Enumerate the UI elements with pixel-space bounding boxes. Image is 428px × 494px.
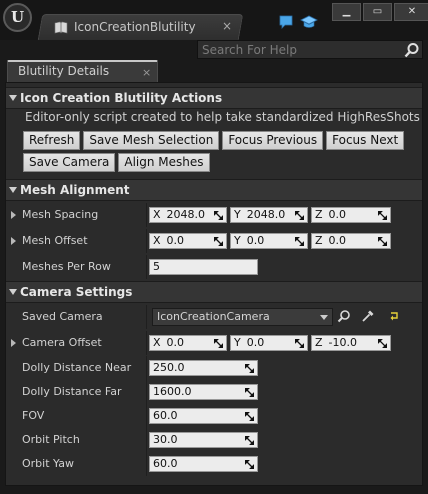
- property-label: Dolly Distance Near: [22, 361, 132, 374]
- property-label: Dolly Distance Far: [22, 385, 122, 398]
- maximize-button[interactable]: ▭: [363, 3, 392, 21]
- panel-tab-label: Blutility Details: [18, 64, 110, 78]
- graduation-cap-icon[interactable]: [300, 14, 318, 30]
- drag-handle-icon: [214, 211, 223, 220]
- minimize-button[interactable]: ▁: [332, 3, 361, 21]
- drag-handle-icon: [295, 339, 304, 348]
- align-meshes-button[interactable]: Align Meshes: [118, 153, 210, 172]
- property-row-saved-camera: Saved Camera IconCreationCamera: [6, 305, 422, 329]
- drag-handle-icon: [245, 412, 254, 421]
- collapse-arrow-icon: [9, 289, 17, 295]
- close-panel-icon[interactable]: ×: [142, 66, 151, 79]
- title-bar: U IconCreationBlutility × ▁ ▭ ✕: [0, 0, 428, 40]
- property-row-mesh-spacing: Mesh Spacing X 2048.0 Y 2048.0 Z 0.0: [6, 203, 422, 227]
- section-title: Mesh Alignment: [20, 183, 130, 197]
- expand-arrow-icon[interactable]: [11, 211, 16, 219]
- save-camera-button[interactable]: Save Camera: [23, 153, 116, 172]
- drag-handle-icon: [214, 237, 223, 246]
- section-title: Icon Creation Blutility Actions: [20, 91, 223, 105]
- blueprint-book-icon: [54, 21, 68, 33]
- drag-handle-icon: [214, 339, 223, 348]
- camera-offset-x-field[interactable]: X 0.0: [149, 335, 227, 351]
- property-label: FOV: [22, 409, 45, 422]
- mesh-spacing-y-field[interactable]: Y 2048.0: [230, 207, 308, 223]
- dolly-distance-far-field[interactable]: 1600.0: [149, 384, 258, 400]
- collapse-arrow-icon: [9, 95, 17, 101]
- section-title: Camera Settings: [20, 285, 133, 299]
- collapse-arrow-icon: [9, 187, 17, 193]
- document-tab-label: IconCreationBlutility: [74, 20, 196, 34]
- dolly-distance-near-field[interactable]: 250.0: [149, 360, 258, 376]
- property-row-fov: FOV 60.0: [6, 404, 422, 428]
- refresh-button[interactable]: Refresh: [23, 131, 81, 150]
- section-header-mesh-alignment[interactable]: Mesh Alignment: [6, 179, 422, 201]
- expand-arrow-icon[interactable]: [11, 237, 16, 245]
- chevron-down-icon: [320, 315, 328, 320]
- save-mesh-selection-button[interactable]: Save Mesh Selection: [83, 131, 220, 150]
- search-input[interactable]: [202, 43, 402, 57]
- mesh-offset-z-field[interactable]: Z 0.0: [311, 233, 391, 249]
- search-icon[interactable]: [404, 42, 420, 58]
- property-label: Orbit Pitch: [22, 433, 80, 446]
- drag-handle-icon: [245, 436, 254, 445]
- focus-previous-button[interactable]: Focus Previous: [222, 131, 324, 150]
- drag-handle-icon: [378, 339, 387, 348]
- property-label: Mesh Spacing: [22, 208, 99, 221]
- details-panel: Icon Creation Blutility Actions Editor-o…: [5, 82, 423, 486]
- property-row-camera-offset: Camera Offset X 0.0 Y 0.0 Z -10.0: [6, 331, 422, 355]
- blutility-details-tab[interactable]: Blutility Details ×: [7, 60, 158, 82]
- property-row-orbit-yaw: Orbit Yaw 60.0: [6, 452, 422, 476]
- eyedropper-icon[interactable]: [361, 309, 375, 323]
- saved-camera-dropdown[interactable]: IconCreationCamera: [152, 308, 333, 326]
- unreal-logo-icon[interactable]: U: [3, 3, 32, 32]
- property-row-mesh-offset: Mesh Offset X 0.0 Y 0.0 Z 0.0: [6, 229, 422, 253]
- chat-bubble-icon[interactable]: [278, 14, 294, 30]
- drag-handle-icon: [245, 364, 254, 373]
- action-buttons-row-2: Save Camera Align Meshes: [23, 153, 210, 172]
- meshes-per-row-field[interactable]: 5: [149, 259, 258, 275]
- expand-arrow-icon[interactable]: [11, 339, 16, 347]
- orbit-yaw-field[interactable]: 60.0: [149, 456, 258, 472]
- drag-handle-icon: [378, 237, 387, 246]
- property-row-meshes-per-row: Meshes Per Row 5: [6, 255, 422, 279]
- mesh-spacing-x-field[interactable]: X 2048.0: [149, 207, 227, 223]
- orbit-pitch-field[interactable]: 30.0: [149, 432, 258, 448]
- property-row-dolly-near: Dolly Distance Near 250.0: [6, 356, 422, 380]
- browse-search-icon[interactable]: [337, 309, 351, 323]
- drag-handle-icon: [245, 388, 254, 397]
- mesh-offset-x-field[interactable]: X 0.0: [149, 233, 227, 249]
- property-row-dolly-far: Dolly Distance Far 1600.0: [6, 380, 422, 404]
- property-label: Camera Offset: [22, 336, 102, 349]
- section-header-actions[interactable]: Icon Creation Blutility Actions: [6, 87, 422, 109]
- camera-offset-z-field[interactable]: Z -10.0: [311, 335, 391, 351]
- action-buttons-row-1: Refresh Save Mesh Selection Focus Previo…: [23, 131, 405, 150]
- reset-to-default-icon[interactable]: [387, 309, 401, 323]
- drag-handle-icon: [378, 211, 387, 220]
- close-window-button[interactable]: ✕: [394, 3, 428, 21]
- blutility-description: Editor-only script created to help take …: [25, 110, 422, 124]
- help-search-box: [197, 40, 423, 59]
- property-row-orbit-pitch: Orbit Pitch 30.0: [6, 428, 422, 452]
- section-header-camera-settings[interactable]: Camera Settings: [6, 281, 422, 303]
- camera-offset-y-field[interactable]: Y 0.0: [230, 335, 308, 351]
- mesh-spacing-z-field[interactable]: Z 0.0: [311, 207, 391, 223]
- drag-handle-icon: [295, 211, 304, 220]
- close-tab-icon[interactable]: ×: [222, 20, 232, 32]
- focus-next-button[interactable]: Focus Next: [326, 131, 405, 150]
- fov-field[interactable]: 60.0: [149, 408, 258, 424]
- mesh-offset-y-field[interactable]: Y 0.0: [230, 233, 308, 249]
- property-label: Orbit Yaw: [22, 457, 74, 470]
- property-label: Meshes Per Row: [22, 260, 111, 273]
- drag-handle-icon: [245, 460, 254, 469]
- property-label: Mesh Offset: [22, 234, 88, 247]
- drag-handle-icon: [295, 237, 304, 246]
- property-label: Saved Camera: [22, 310, 103, 323]
